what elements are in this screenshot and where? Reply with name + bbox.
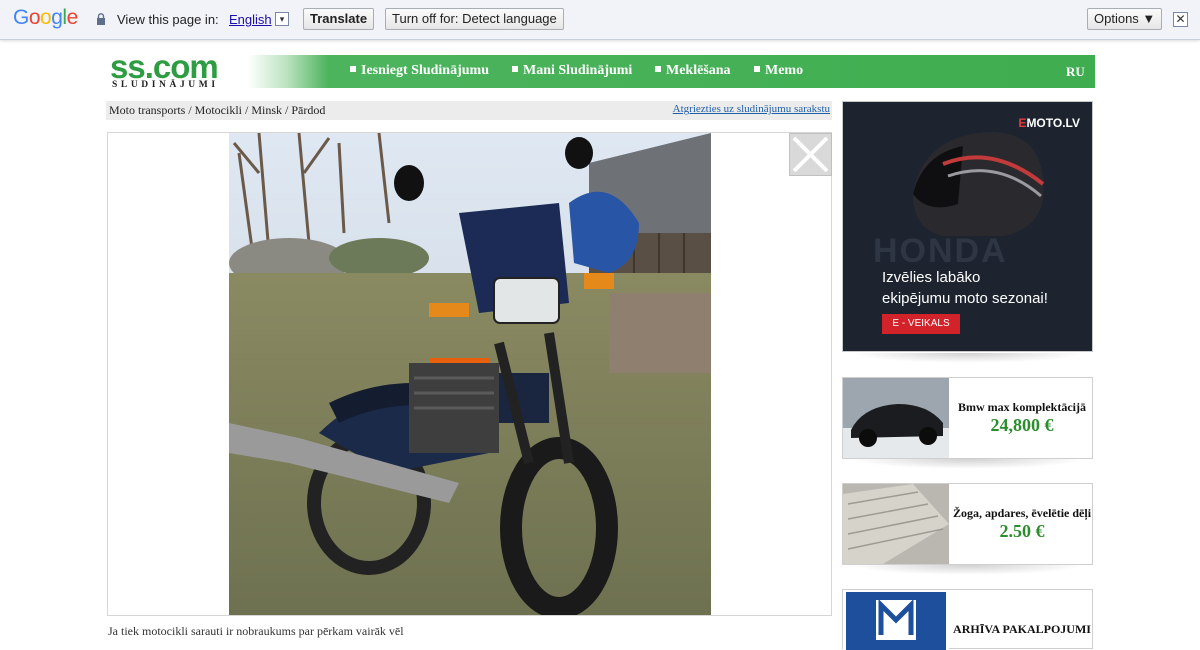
back-to-list-link[interactable]: Atgriezties uz sludinājumu sarakstu: [673, 103, 830, 115]
ad-tagline-line-2: ekipējumu moto sezonai!: [882, 290, 1048, 307]
close-icon[interactable]: [789, 133, 832, 176]
card-shadow: [850, 565, 1085, 575]
ad-tagline-line-1: Izvēlies labāko: [882, 269, 981, 286]
ad-brand-rest: MOTO.LV: [1026, 116, 1080, 130]
side-ad-title: Bmw max komplektācijā: [958, 400, 1086, 414]
car-thumbnail: [843, 378, 949, 458]
ad-shop-button[interactable]: E - VEIKALS: [882, 314, 960, 334]
ad-banner[interactable]: HONDA EMOTO.LV Izvēlies labāko ekipējumu…: [842, 101, 1093, 352]
logo-main-text: ss.com: [110, 48, 219, 85]
nav-item-submit[interactable]: Iesniegt Sludinājumu: [350, 63, 489, 79]
translate-bar: Google View this page in: English ▾ Tran…: [0, 0, 1200, 40]
archive-logo-thumbnail: [843, 590, 949, 650]
side-ad-price: 24,800 €: [990, 415, 1054, 435]
square-bullet-icon: [512, 66, 518, 72]
card-shadow: [850, 353, 1085, 363]
nav-label: Mani Sludinājumi: [523, 63, 633, 78]
square-bullet-icon: [350, 66, 356, 72]
side-ad-price: 2.50 €: [999, 521, 1045, 541]
translate-button[interactable]: Translate: [303, 8, 375, 30]
side-ad-title: Žoga, apdares, ēvelētie dēļi: [952, 506, 1092, 520]
view-page-label: View this page in:: [117, 12, 219, 27]
nav-label: Memo: [765, 63, 804, 78]
wood-boards-thumbnail: [843, 484, 949, 564]
language-switch-ru[interactable]: RU: [1066, 64, 1085, 80]
google-logo: Google: [13, 6, 78, 29]
chevron-down-icon[interactable]: ▾: [275, 12, 289, 26]
side-ad-card[interactable]: Bmw max komplektācijā 24,800 €: [842, 377, 1093, 459]
main-nav: Iesniegt Sludinājumu Mani Sludinājumi Me…: [248, 55, 1095, 88]
side-ad-card[interactable]: ARHĪVA PAKALPOJUMI: [842, 589, 1093, 650]
nav-item-search[interactable]: Meklēšana: [655, 63, 731, 79]
listing-description: Ja tiek motocikli sarauti ir nobraukums …: [108, 624, 404, 638]
nav-label: Iesniegt Sludinājumu: [361, 63, 489, 78]
language-select[interactable]: English: [229, 12, 272, 27]
ad-brand-logo: EMOTO.LV: [1018, 116, 1080, 130]
lock-icon: [97, 13, 105, 25]
square-bullet-icon: [655, 66, 661, 72]
close-icon[interactable]: ✕: [1173, 12, 1188, 27]
photo-viewer: [107, 132, 832, 616]
side-ad-card[interactable]: Žoga, apdares, ēvelētie dēļi 2.50 €: [842, 483, 1093, 565]
motorcycle-photo[interactable]: [229, 133, 711, 615]
site-logo[interactable]: ss.com SLUDINĀJUMI: [110, 50, 240, 90]
breadcrumb-path[interactable]: Moto transports / Motocikli / Minsk / Pā…: [109, 103, 325, 118]
breadcrumb: Moto transports / Motocikli / Minsk / Pā…: [106, 101, 832, 120]
turn-off-button[interactable]: Turn off for: Detect language: [385, 8, 564, 30]
ad-tagline: Izvēlies labāko ekipējumu moto sezonai!: [882, 267, 1048, 309]
nav-item-my-ads[interactable]: Mani Sludinājumi: [512, 63, 632, 79]
nav-label: Meklēšana: [666, 63, 731, 78]
card-shadow: [850, 459, 1085, 469]
options-button[interactable]: Options ▼: [1087, 8, 1163, 30]
nav-item-memo[interactable]: Memo: [754, 63, 803, 79]
helmet-icon: [913, 132, 1045, 236]
square-bullet-icon: [754, 66, 760, 72]
logo-sub-text: SLUDINĀJUMI: [112, 80, 219, 90]
